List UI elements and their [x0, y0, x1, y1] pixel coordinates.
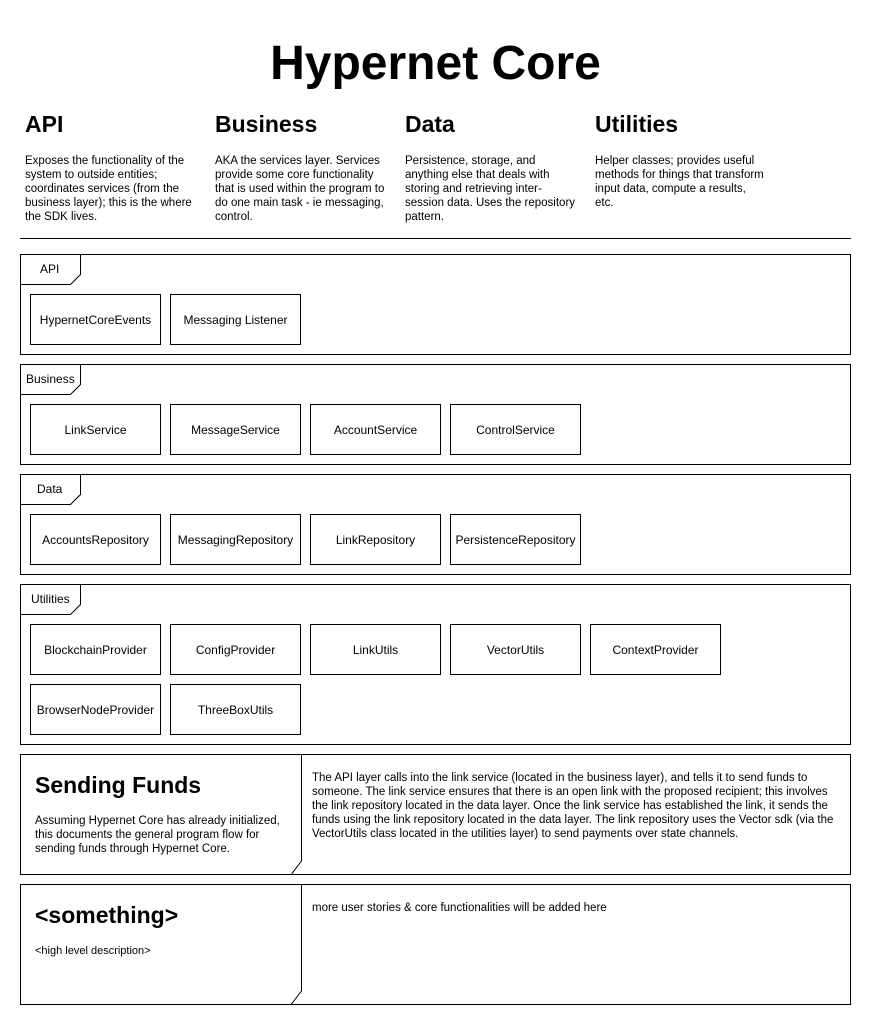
frame-label-text: API	[40, 262, 60, 276]
story-title: <something>	[35, 902, 179, 928]
frame-label: Data	[20, 474, 82, 505]
column-utilities: Utilities Helper classes; provides usefu…	[595, 110, 767, 210]
component-box: AccountsRepository	[30, 514, 161, 565]
frame-label-text: Utilities	[31, 592, 70, 606]
story-title: Sending Funds	[35, 772, 202, 798]
component-box: PersistenceRepository	[450, 514, 581, 565]
component-box: LinkUtils	[310, 624, 441, 675]
layer-frame-data: Data AccountsRepository MessagingReposit…	[20, 474, 851, 575]
frame-label: Utilities	[20, 584, 82, 615]
frame-label-text: Data	[37, 482, 63, 496]
layer-frame-api: API HypernetCoreEvents Messaging Listene…	[20, 254, 851, 355]
column-heading: Utilities	[595, 111, 679, 137]
layer-frame-business: Business LinkService MessageService Acco…	[20, 364, 851, 465]
column-description: AKA the services layer. Services provide…	[215, 155, 385, 223]
component-box: Messaging Listener	[170, 294, 301, 345]
component-box: BrowserNodeProvider	[30, 684, 161, 735]
component-box: HypernetCoreEvents	[30, 294, 161, 345]
story-sending-funds: Sending Funds Assuming Hypernet Core has…	[20, 754, 851, 875]
component-box: MessageService	[170, 404, 301, 455]
column-data: Data Persistence, storage, and anything …	[405, 110, 577, 224]
story-detail: The API layer calls into the link servic…	[312, 772, 834, 840]
component-box: ControlService	[450, 404, 581, 455]
component-box: ThreeBoxUtils	[170, 684, 301, 735]
story-summary-panel: Sending Funds Assuming Hypernet Core has…	[21, 755, 302, 874]
component-box: AccountService	[310, 404, 441, 455]
column-heading: Business	[215, 111, 318, 137]
component-box: BlockchainProvider	[30, 624, 161, 675]
column-heading: API	[25, 111, 64, 137]
component-box: LinkRepository	[310, 514, 441, 565]
component-box: ContextProvider	[590, 624, 721, 675]
header-divider	[20, 238, 851, 239]
column-api: API Exposes the functionality of the sys…	[25, 110, 197, 224]
column-description: Helper classes; provides useful methods …	[595, 155, 764, 209]
column-description: Persistence, storage, and anything else …	[405, 155, 576, 223]
component-box: ConfigProvider	[170, 624, 301, 675]
frame-label: API	[20, 254, 82, 285]
column-business: Business AKA the services layer. Service…	[215, 110, 387, 224]
story-placeholder: <something> <high level description> mor…	[20, 884, 851, 1005]
frame-label: Business	[20, 364, 82, 395]
story-summary-panel: <something> <high level description>	[21, 885, 302, 1004]
component-box: VectorUtils	[450, 624, 581, 675]
column-description: Exposes the functionality of the system …	[25, 155, 192, 223]
component-box: LinkService	[30, 404, 161, 455]
column-heading: Data	[405, 111, 455, 137]
story-detail: more user stories & core functionalities…	[312, 902, 607, 914]
story-summary: <high level description>	[35, 945, 151, 957]
component-box: MessagingRepository	[170, 514, 301, 565]
frame-label-text: Business	[26, 372, 75, 386]
layer-frame-utilities: Utilities BlockchainProvider ConfigProvi…	[20, 584, 851, 745]
story-summary: Assuming Hypernet Core has already initi…	[35, 815, 280, 855]
page-title: Hypernet Core	[270, 37, 601, 90]
